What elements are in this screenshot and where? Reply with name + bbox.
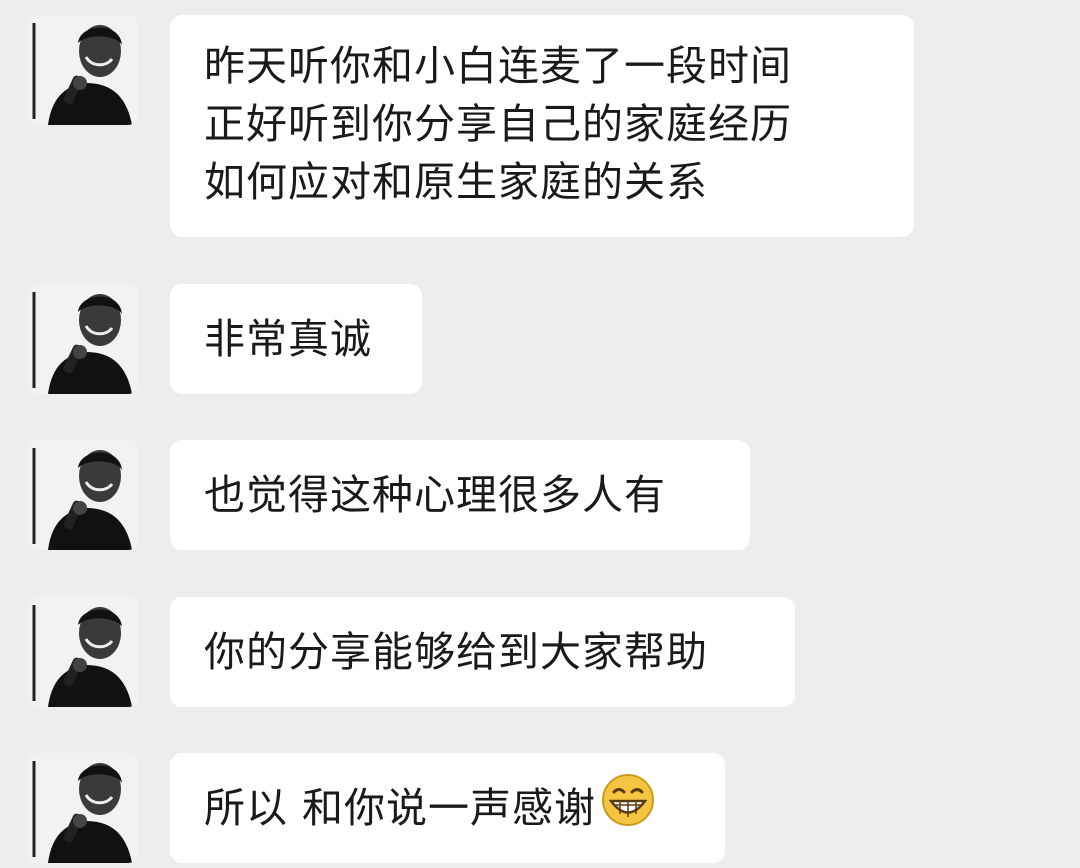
sender-avatar[interactable] bbox=[28, 15, 138, 125]
message-text-row: 所以 和你说一声感谢 bbox=[204, 773, 693, 843]
man-with-microphone-icon bbox=[28, 15, 138, 125]
chat-view: 昨天听你和小白连麦了一段时间 正好听到你分享自己的家庭经历 如何应对和原生家庭的… bbox=[0, 0, 1080, 868]
message-text: 非常真诚 bbox=[204, 315, 372, 363]
sender-avatar[interactable] bbox=[28, 440, 138, 550]
sender-avatar[interactable] bbox=[28, 753, 138, 863]
message-text: 也觉得这种心理很多人有 bbox=[204, 471, 666, 519]
message-text: 如何应对和原生家庭的关系 bbox=[204, 158, 708, 206]
message-text: 正好听到你分享自己的家庭经历 bbox=[204, 100, 792, 148]
message-bubble[interactable]: 所以 和你说一声感谢 bbox=[170, 753, 725, 863]
sender-avatar[interactable] bbox=[28, 284, 138, 394]
message-bubble[interactable]: 昨天听你和小白连麦了一段时间 正好听到你分享自己的家庭经历 如何应对和原生家庭的… bbox=[170, 15, 914, 237]
man-with-microphone-icon bbox=[28, 284, 138, 394]
message-bubble[interactable]: 非常真诚 bbox=[170, 284, 422, 394]
message-text: 所以 和你说一声感谢 bbox=[204, 784, 597, 832]
man-with-microphone-icon bbox=[28, 440, 138, 550]
grinning-face-emoji-icon bbox=[600, 772, 656, 843]
message-bubble[interactable]: 也觉得这种心理很多人有 bbox=[170, 440, 750, 550]
message-bubble[interactable]: 你的分享能够给到大家帮助 bbox=[170, 597, 795, 707]
sender-avatar[interactable] bbox=[28, 597, 138, 707]
message-text: 你的分享能够给到大家帮助 bbox=[204, 628, 708, 676]
man-with-microphone-icon bbox=[28, 597, 138, 707]
message-text: 昨天听你和小白连麦了一段时间 bbox=[204, 42, 792, 90]
man-with-microphone-icon bbox=[28, 753, 138, 863]
